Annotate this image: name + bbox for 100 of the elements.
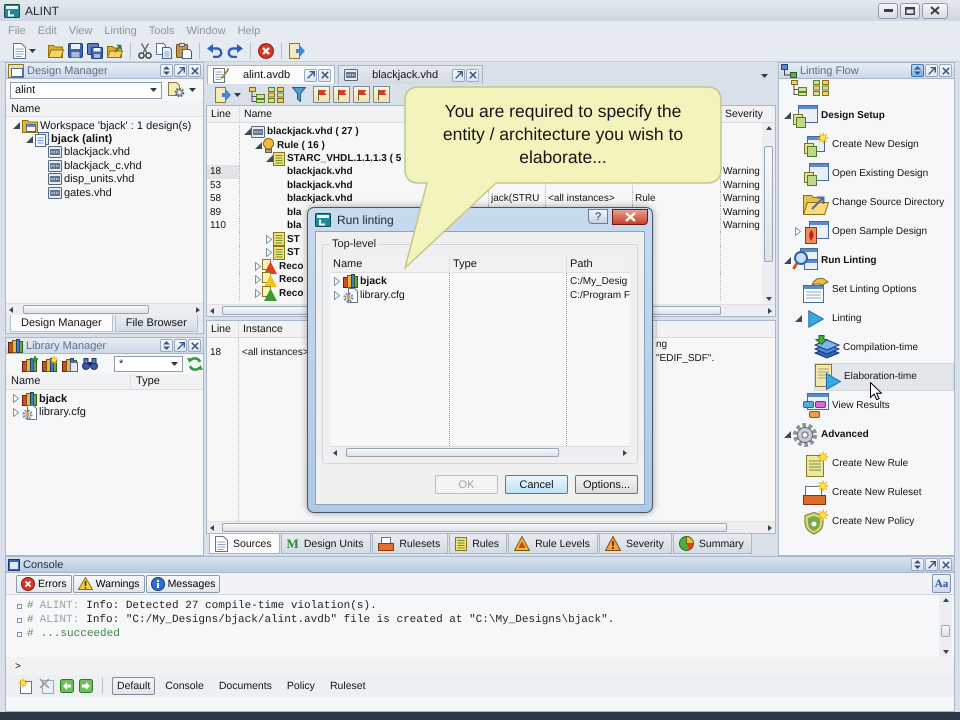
column-header[interactable]: Severity <box>725 108 763 120</box>
vertical-scrollbar[interactable] <box>939 595 952 657</box>
tree-item[interactable]: bla <box>287 206 302 218</box>
undock-button[interactable] <box>304 68 318 82</box>
scroll-left-arrow-icon[interactable] <box>210 308 214 314</box>
console-tab[interactable]: Policy <box>282 677 320 695</box>
view-tab[interactable]: Rules <box>449 534 508 554</box>
close-button[interactable] <box>466 68 480 82</box>
undock-button[interactable] <box>452 68 466 82</box>
flow-item[interactable]: Design Setup <box>792 102 889 130</box>
flow-item[interactable]: Advanced <box>792 420 873 448</box>
scrollbar-thumb[interactable] <box>346 448 559 457</box>
scroll-down-arrow-icon[interactable] <box>942 650 948 654</box>
copy-icon[interactable] <box>156 42 172 58</box>
undock-button[interactable] <box>174 64 187 77</box>
binoculars-icon[interactable] <box>82 358 98 370</box>
tree-item[interactable]: blackjack.vhd <box>287 193 353 204</box>
document-tab[interactable]: alint.avdb <box>207 65 336 84</box>
flow-item[interactable]: Create New Policy <box>803 508 918 536</box>
document-tab[interactable]: blackjack.vhd <box>338 65 484 84</box>
document-arrow-icon[interactable] <box>215 86 231 102</box>
tree-item[interactable]: blackjack.vhd <box>287 180 353 191</box>
console-tab[interactable]: Default <box>112 677 156 695</box>
view-tab[interactable]: Rule Levels <box>508 534 598 554</box>
scissors-icon[interactable] <box>138 42 152 58</box>
scroll-up-arrow-icon[interactable] <box>766 126 772 130</box>
column-header[interactable]: Name <box>330 256 449 272</box>
horizontal-scrollbar[interactable] <box>330 446 630 458</box>
panel-tab[interactable]: Design Manager <box>10 315 113 332</box>
close-button[interactable] <box>188 339 201 352</box>
scrollbar-thumb[interactable] <box>764 146 773 262</box>
column-header[interactable]: Type <box>130 374 203 389</box>
tree-item[interactable]: blackjack.vhd <box>287 166 353 178</box>
collapsed-arrow-icon[interactable] <box>13 394 19 404</box>
caret-icon[interactable] <box>234 92 241 96</box>
tree-item[interactable]: STARC_VHDL.1.1.1.3 ( 5 <box>287 153 402 164</box>
tree-item[interactable]: library.cfg <box>360 289 405 301</box>
horizontal-scrollbar[interactable] <box>207 521 775 533</box>
pin-button[interactable] <box>911 558 924 571</box>
undock-button[interactable] <box>174 339 187 352</box>
pin-button[interactable] <box>160 339 173 352</box>
flow-item[interactable]: Create New Ruleset <box>803 478 926 506</box>
folder-icon[interactable] <box>48 44 64 58</box>
collapsed-arrow-icon[interactable] <box>795 227 801 236</box>
flow-item[interactable]: Open Sample Design <box>803 218 932 246</box>
tree-item[interactable]: bla <box>287 220 302 231</box>
caret-icon[interactable] <box>761 74 768 78</box>
filter-button[interactable]: Warnings <box>72 574 145 592</box>
help-button[interactable]: ? <box>588 209 608 224</box>
flow-item[interactable]: Run Linting <box>792 246 881 274</box>
collapsed-arrow-icon[interactable] <box>13 408 19 417</box>
scroll-right-arrow-icon[interactable] <box>768 308 772 314</box>
console-tab[interactable]: Documents <box>214 677 277 695</box>
expanded-arrow-icon[interactable] <box>784 257 790 264</box>
close-button[interactable] <box>939 64 952 77</box>
close-button[interactable] <box>922 2 948 18</box>
scroll-right-arrow-icon[interactable] <box>196 306 200 312</box>
scroll-left-arrow-icon[interactable] <box>9 306 13 312</box>
view-tab[interactable]: Severity <box>598 534 672 554</box>
close-button[interactable] <box>188 64 201 77</box>
tree-view-icon[interactable] <box>249 86 265 102</box>
vertical-scrollbar[interactable] <box>762 123 775 304</box>
tree-item[interactable]: Reco <box>279 288 304 299</box>
left-arrow-icon[interactable] <box>60 679 74 693</box>
pin-button[interactable] <box>911 64 924 77</box>
expanded-arrow-icon[interactable] <box>266 155 272 162</box>
column-header[interactable]: Line <box>211 323 231 335</box>
expanded-arrow-icon[interactable] <box>254 142 262 150</box>
tree-item[interactable]: gates.vhd <box>64 186 112 199</box>
boxes-icon[interactable] <box>268 86 284 102</box>
tree-item[interactable]: bjack <box>360 275 387 287</box>
view-tab[interactable]: Sources <box>209 534 280 554</box>
scroll-right-arrow-icon[interactable] <box>768 524 772 530</box>
tree-item[interactable]: library.cfg <box>39 406 86 418</box>
books-star-icon[interactable] <box>42 356 58 372</box>
clipboard-icon[interactable] <box>176 42 192 58</box>
caret-icon[interactable] <box>29 48 36 52</box>
expanded-arrow-icon[interactable] <box>794 315 802 322</box>
books-document-icon[interactable] <box>62 356 78 372</box>
design-dropdown[interactable]: alint <box>10 82 162 98</box>
tree-item[interactable]: Reco <box>279 274 304 286</box>
filter-icon[interactable] <box>292 87 306 102</box>
expanded-arrow-icon[interactable] <box>784 431 790 438</box>
close-button[interactable] <box>939 558 952 571</box>
tree-item[interactable]: disp_units.vhd <box>64 173 134 186</box>
tree-item[interactable]: ST <box>287 234 300 245</box>
column-header[interactable]: Line <box>211 108 231 120</box>
filter-button[interactable]: Messages <box>146 574 220 592</box>
collapsed-arrow-icon[interactable] <box>266 234 272 244</box>
maximize-button[interactable] <box>900 2 920 18</box>
scrollbar-thumb[interactable] <box>222 523 727 532</box>
console-tab[interactable]: Ruleset <box>324 677 371 695</box>
boxes-icon[interactable] <box>813 80 829 96</box>
console-tab[interactable]: Console <box>160 677 209 695</box>
collapsed-arrow-icon[interactable] <box>255 275 261 284</box>
column-header[interactable]: Name <box>6 102 40 114</box>
dialog-button[interactable]: Cancel <box>505 475 568 494</box>
close-button[interactable] <box>318 68 332 82</box>
tree-item[interactable]: Rule ( 16 ) <box>277 140 325 152</box>
tree-item[interactable]: ST <box>287 247 300 258</box>
